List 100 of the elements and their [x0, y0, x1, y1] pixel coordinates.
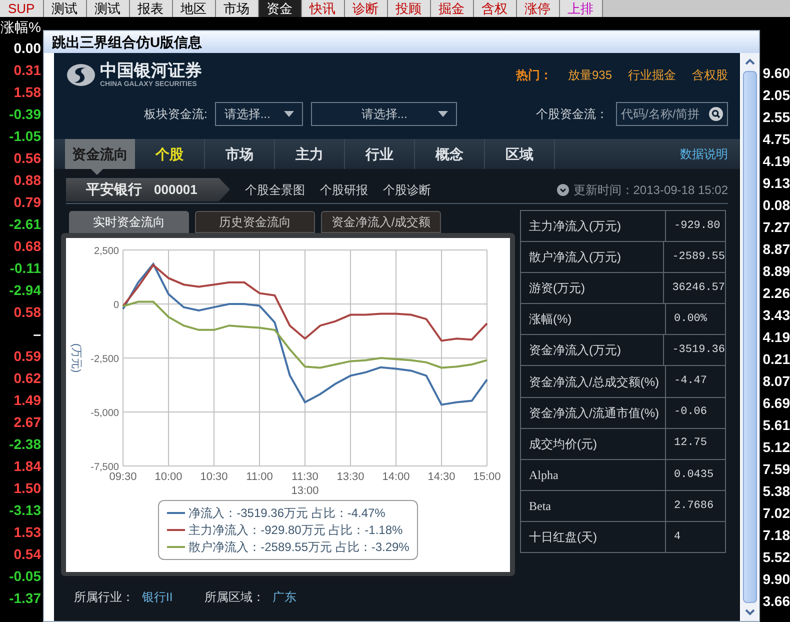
- price-value: 2.26: [762, 284, 790, 303]
- market-tab[interactable]: 快讯: [302, 0, 345, 17]
- stat-value: 4: [673, 530, 682, 545]
- nav-tab[interactable]: 区域: [485, 139, 555, 169]
- hot-link[interactable]: 含权股: [692, 66, 728, 84]
- change-value: 0.00: [14, 39, 41, 58]
- x-tick-label: 10:00: [154, 471, 182, 483]
- market-tab[interactable]: 市场: [216, 0, 259, 17]
- market-tab[interactable]: 地区: [172, 0, 216, 17]
- hot-label: 热门：: [516, 67, 552, 84]
- y-tick-label: -5,000: [90, 408, 119, 419]
- stat-label: 散户净流入(万元): [521, 242, 664, 272]
- legend-label: 主力净流入：-929.80万元 占比：-1.18%: [188, 522, 403, 538]
- stock-search-field[interactable]: 代码/名称/简拼: [616, 102, 728, 126]
- stat-value: -4.47: [673, 374, 708, 390]
- x-tick-label: 13:00: [291, 485, 319, 497]
- stat-label: Beta: [521, 490, 666, 521]
- chart-tab[interactable]: 历史资金流向: [195, 211, 315, 233]
- change-value: 1.84: [14, 457, 41, 476]
- change-value: 1.58: [14, 83, 41, 102]
- industry-label: 所属行业：: [74, 589, 134, 606]
- dialog-title: 跳出三界组合仿U版信息: [52, 32, 202, 52]
- y-tick-label: 2,500: [94, 246, 119, 257]
- stat-value: -0.06: [673, 405, 708, 420]
- price-value: 8.89: [762, 262, 790, 281]
- dropdown-caret-icon: [284, 111, 294, 117]
- stat-label: 涨幅(%): [521, 304, 666, 334]
- change-value: 0.31: [14, 61, 41, 80]
- x-tick-label: 11:30: [292, 471, 318, 483]
- change-value: 0.68: [14, 237, 41, 256]
- column-header: 涨幅%: [0, 18, 41, 37]
- price-value: 5.61: [762, 416, 790, 435]
- stat-value: 2.7686: [673, 498, 715, 514]
- market-tab[interactable]: 诊断: [344, 0, 388, 17]
- scrollbar[interactable]: [741, 53, 758, 621]
- chart-tab[interactable]: 实时资金流向: [69, 211, 189, 233]
- nav-tab[interactable]: 行业: [345, 139, 415, 169]
- scroll-thumb[interactable]: [742, 71, 756, 603]
- change-value: 0.79: [14, 193, 41, 212]
- price-value: 0.21: [762, 350, 790, 369]
- select-dropdown[interactable]: 请选择...: [215, 102, 304, 126]
- price-value: 8.87: [762, 240, 790, 259]
- price-value: 2.05: [762, 86, 790, 105]
- price-value: 9.60: [762, 64, 790, 83]
- galaxy-logo-icon: [66, 63, 96, 87]
- change-value: 0.58: [14, 303, 41, 322]
- x-tick-label: 14:00: [382, 471, 410, 483]
- price-value: 5.52: [762, 548, 790, 567]
- change-value: -0.05: [9, 567, 41, 586]
- change-value: –: [33, 325, 41, 344]
- x-tick-label: 13:30: [336, 471, 364, 483]
- stock-link[interactable]: 个股研报: [320, 180, 368, 198]
- y-axis-title: (万元): [70, 343, 82, 373]
- change-value: 1.53: [14, 523, 41, 542]
- x-tick-label: 10:30: [200, 471, 228, 483]
- nav-tab[interactable]: 主力: [275, 139, 345, 169]
- legend-label: 散户净流入：-2589.55万元 占比：-3.29%: [188, 539, 410, 555]
- stat-label: 资金净流入/流通市值(%): [521, 398, 666, 428]
- region-link[interactable]: 广东: [272, 588, 297, 606]
- hot-link[interactable]: 放量935: [568, 66, 612, 84]
- stat-label: 主力净流入(万元): [521, 211, 666, 242]
- change-value: 0.62: [14, 369, 41, 388]
- price-value: 7.27: [762, 218, 790, 237]
- market-tab[interactable]: 资金: [258, 0, 302, 17]
- market-tab[interactable]: 测试: [86, 0, 130, 17]
- change-value: -1.37: [9, 589, 41, 608]
- select-dropdown[interactable]: 请选择...: [311, 102, 458, 126]
- legend-label: 净流入：-3519.36万元 占比：-4.47%: [188, 505, 386, 521]
- stock-name: 平安银行: [86, 180, 142, 199]
- market-tab[interactable]: 报表: [130, 0, 173, 17]
- change-value: 0.54: [14, 545, 41, 564]
- stat-label: 游资(万元): [521, 273, 664, 304]
- stat-value: -3519.36: [671, 343, 725, 358]
- change-value: -1.05: [9, 127, 41, 146]
- price-value: 3.43: [762, 306, 790, 325]
- market-tab[interactable]: 涨停: [516, 0, 560, 17]
- industry-link[interactable]: 银行II: [142, 588, 173, 606]
- stat-value: 0.00%: [673, 312, 708, 328]
- x-tick-label: 14:30: [428, 471, 456, 483]
- market-tab[interactable]: 测试: [44, 0, 87, 17]
- hot-link[interactable]: 行业掘金: [628, 66, 676, 84]
- search-icon: [709, 107, 723, 121]
- update-time: 更新时间：2013-09-18 15:02: [573, 182, 728, 198]
- stock-link[interactable]: 个股诊断: [383, 180, 431, 198]
- market-tab[interactable]: 含权: [474, 0, 517, 17]
- market-tab[interactable]: 掘金: [430, 0, 474, 17]
- stock-flow-label: 个股资金流：: [536, 106, 608, 123]
- price-value: 9.90: [762, 570, 790, 589]
- data-description-link[interactable]: 数据说明: [680, 145, 728, 163]
- nav-tab[interactable]: 市场: [205, 139, 275, 169]
- x-tick-label: 11:00: [246, 471, 273, 483]
- chart-tab[interactable]: 资金净流入/成交额: [321, 211, 441, 233]
- stock-code: 000001: [154, 180, 198, 199]
- nav-tab[interactable]: 概念: [415, 139, 485, 169]
- nav-tab[interactable]: 个股: [135, 139, 205, 169]
- stock-link[interactable]: 个股全景图: [245, 180, 305, 198]
- market-tab[interactable]: SUP: [0, 0, 44, 17]
- change-value: 0.88: [14, 171, 41, 190]
- market-tab[interactable]: 上排: [560, 0, 603, 17]
- market-tab[interactable]: 投顾: [388, 0, 431, 17]
